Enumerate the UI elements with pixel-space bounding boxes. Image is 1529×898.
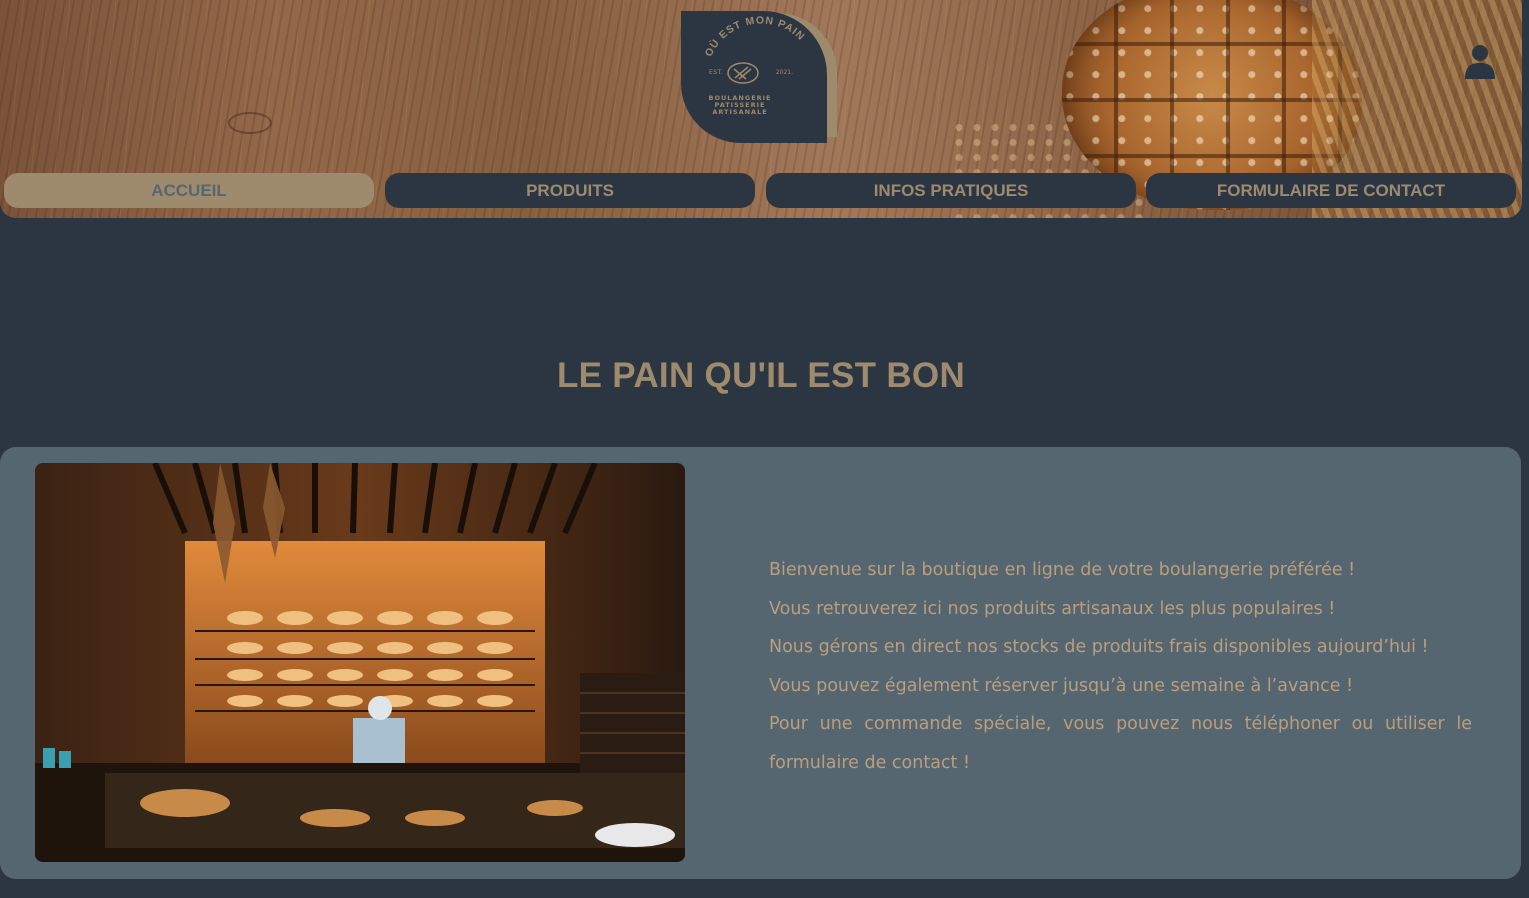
bread-emblem-icon [727, 62, 759, 84]
logo-year: 2021. [775, 69, 793, 76]
svg-text:OÙ EST MON PAIN: OÙ EST MON PAIN [703, 15, 807, 59]
page-title: LE PAIN QU'IL EST BON [556, 356, 966, 395]
welcome-line: Vous pouvez également réserver jusqu’à u… [769, 675, 1354, 696]
logo-name: OÙ EST MON PAIN [703, 15, 806, 59]
welcome-line: Vous retrouverez ici nos produits artisa… [769, 598, 1336, 619]
main-nav: ACCUEIL PRODUITS INFOS PRATIQUES FORMULA… [4, 173, 1516, 208]
welcome-line: Bienvenue sur la boutique en ligne de vo… [769, 560, 1356, 580]
logo-est: EST. [709, 69, 724, 76]
welcome-card: Bienvenue sur la boutique en ligne de vo… [0, 447, 1521, 879]
header-banner: OÙ EST MON PAIN EST. 2021. BOULANGERIE P… [0, 0, 1522, 218]
nav-item-produits[interactable]: PRODUITS [385, 173, 755, 208]
nav-item-formulaire-de-contact[interactable]: FORMULAIRE DE CONTACT [1146, 173, 1516, 208]
welcome-text: Bienvenue sur la boutique en ligne de vo… [769, 551, 1472, 782]
welcome-line: Pour une commande spéciale, vous pouvez … [769, 714, 1472, 773]
nav-item-infos-pratiques[interactable]: INFOS PRATIQUES [766, 173, 1136, 208]
bakery-interior-photo [35, 463, 685, 862]
nav-item-accueil[interactable]: ACCUEIL [4, 173, 374, 208]
wood-texture [228, 112, 272, 134]
logo-tagline: BOULANGERIE PATISSERIE ARTISANALE [708, 94, 772, 116]
user-account-icon[interactable] [1464, 44, 1496, 84]
site-logo[interactable]: OÙ EST MON PAIN EST. 2021. BOULANGERIE P… [681, 11, 827, 143]
welcome-line: Nous gérons en direct nos stocks de prod… [769, 637, 1429, 657]
